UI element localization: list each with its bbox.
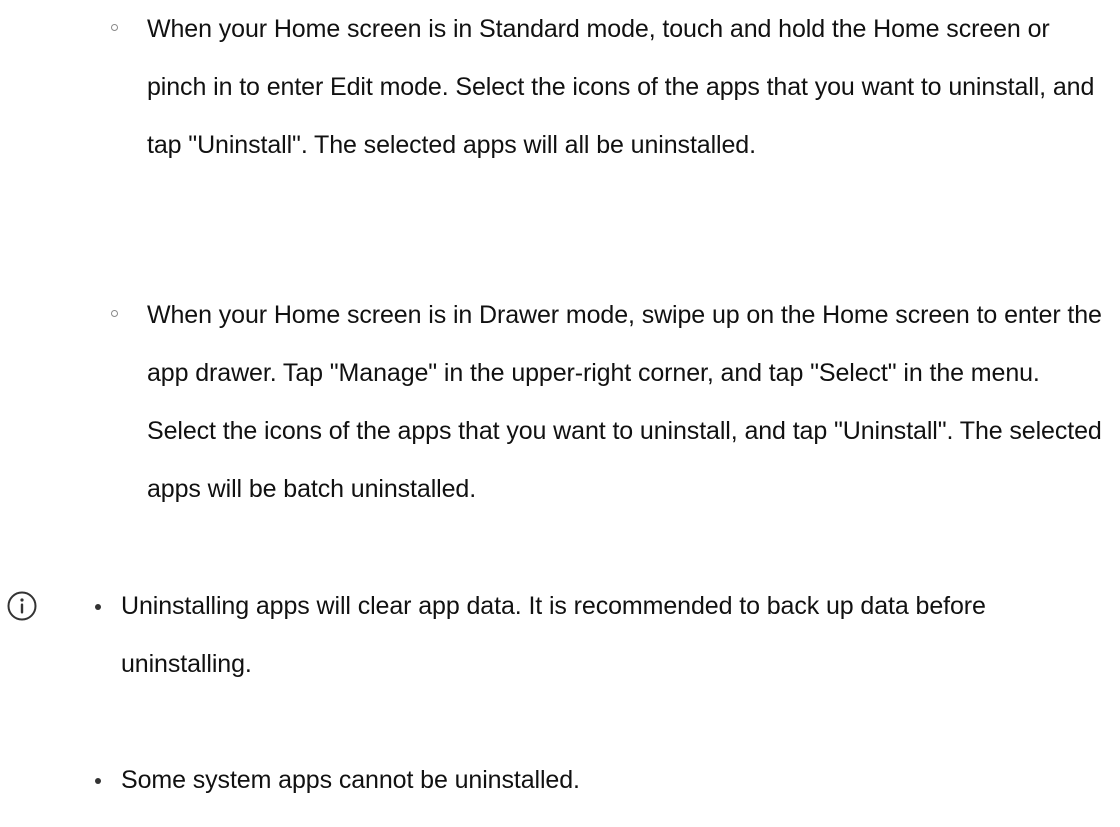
info-icon [6,590,38,622]
document-page: { "steps": [ { "text": "When your Home s… [0,0,1120,827]
note-text-clear-data: Uninstalling apps will clear app data. I… [121,592,986,678]
note-item-clear-data: Uninstalling apps will clear app data. I… [95,577,1101,693]
hollow-bullet-icon [111,310,118,317]
list-item-standard-mode: When your Home screen is in Standard mod… [111,0,1107,174]
list-item-drawer-mode: When your Home screen is in Drawer mode,… [111,286,1107,518]
note-item-system-apps: Some system apps cannot be uninstalled. [95,751,1101,809]
note-text-system-apps: Some system apps cannot be uninstalled. [121,766,580,794]
step-text-standard-mode: When your Home screen is in Standard mod… [147,15,1095,159]
bullet-dot-icon [95,604,101,610]
hollow-bullet-icon [111,24,118,31]
step-text-drawer-mode: When your Home screen is in Drawer mode,… [147,301,1102,503]
bullet-dot-icon [95,778,101,784]
